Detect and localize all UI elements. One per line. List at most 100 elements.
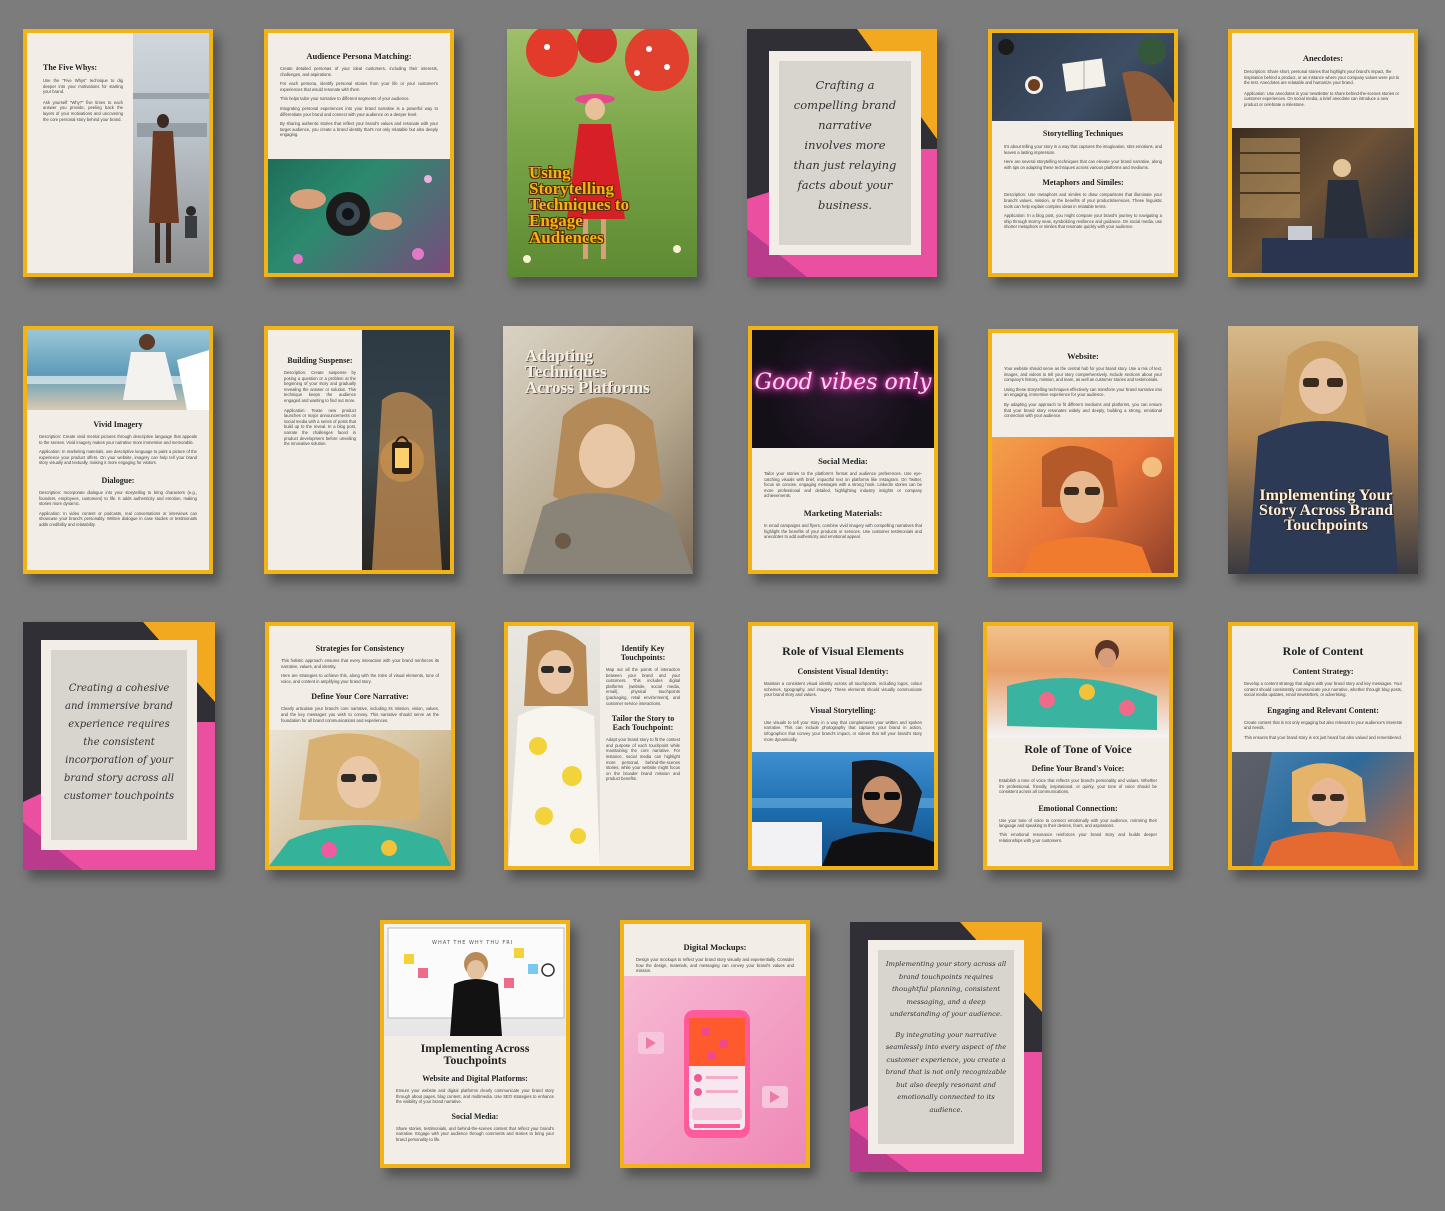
page-social-media[interactable]: Good vibes only Social Media: Tailor you… [748,326,938,574]
techniques-text: Storytelling Techniques It's about telli… [1004,129,1162,230]
vivid-text: Vivid Imagery Description: Create vivid … [39,420,197,528]
paragraph: By adapting your approach to fit differe… [1004,401,1162,419]
paragraph: Tailor your stories to the platform's fo… [764,471,922,499]
whiteboard-text: WHAT THE WHY THU FRI [432,940,514,946]
page-cover-storytelling[interactable]: Using Storytelling Techniques to Engage … [507,29,697,277]
cover-title: Using Storytelling Techniques to Engage … [529,163,629,247]
page-tone-of-voice[interactable]: Role of Tone of Voice Define Your Brand'… [983,622,1173,870]
page-audience-persona[interactable]: Audience Persona Matching: Create detail… [264,29,454,277]
photo-woman-whiteboard: WHAT THE WHY THU FRI [384,924,566,1036]
paragraph: Description: Use metaphors and similes t… [1004,192,1162,209]
section-heading: Consistent Visual Identity: [797,667,889,676]
content-text: Role of Content Content Strategy: Develo… [1244,644,1402,741]
page-key-touchpoints[interactable]: Identify Key Touchpoints: Map out all th… [504,622,694,870]
five-whys-text: The Five Whys: Use the "Five Whys" techn… [43,63,123,122]
paragraph: Maintain a consistent visual identity ac… [764,681,922,698]
page-heading: Role of Content [1282,644,1364,658]
paragraph: Use your tone of voice to connect emotio… [999,817,1157,829]
photo-illustration [133,93,209,263]
photo-reading-book [992,33,1174,121]
photo-illustration [372,392,442,570]
page-implementing-across[interactable]: WHAT THE WHY THU FRI Implementing Across… [380,920,570,1168]
page-heading: Role of Visual Elements [782,644,904,658]
paragraph: Develop a content strategy that aligns w… [1244,681,1402,698]
touchpoints-text: Identify Key Touchpoints: Map out all th… [606,644,680,782]
page-heading: Implementing Across Touchpoints [420,1041,530,1067]
section-heading: Define Your Brand's Voice: [1031,764,1125,773]
page-vivid-imagery[interactable]: Vivid Imagery Description: Create vivid … [23,326,213,574]
page-role-of-content[interactable]: Role of Content Content Strategy: Develo… [1228,622,1418,870]
social-text: Social Media: Tailor your stories to the… [764,456,922,540]
quote-text: Implementing your story across all brand… [885,960,1007,1018]
photo-woman-sea-sunglasses [752,752,934,866]
photo-woman-window [1232,128,1414,273]
paragraph: Application: Tease new product launches … [284,407,356,447]
paragraph: Establish a tone of voice that reflects … [999,778,1157,795]
page-five-whys[interactable]: The Five Whys: Use the "Five Whys" techn… [23,29,213,277]
page-heading: Vivid Imagery [93,420,143,429]
page-quote-cohesive[interactable]: Creating a cohesive and immersive brand … [23,622,215,870]
page-building-suspense[interactable]: Building Suspense: Description: Create s… [264,326,454,574]
page-storytelling-techniques[interactable]: Storytelling Techniques It's about telli… [988,29,1178,277]
page-cover-adapting[interactable]: Adapting Techniques Across Platforms [503,326,693,574]
section-heading: Emotional Connection: [1038,803,1118,813]
photo-woman-lounging [987,626,1169,738]
photo-phone-mockup [624,976,806,1164]
paragraph: Here are strategies to achieve this, alo… [281,673,439,684]
page-heading: Social Media: [818,456,868,466]
photo-woman-yellow-flowers [508,626,600,866]
page-digital-mockups[interactable]: Digital Mockups: Design your mockups to … [620,920,810,1168]
page-strategies-consistency[interactable]: Strategies for Consistency This holistic… [265,622,455,870]
photo-woman-lantern [362,330,450,570]
paragraph: Create content that is not only engaging… [1244,719,1402,731]
tone-text: Role of Tone of Voice Define Your Brand'… [999,742,1157,843]
page-quote-crafting[interactable]: Crafting a compelling brand narrative in… [747,29,937,277]
section-heading: Website and Digital Platforms: [422,1074,528,1083]
photo-illustration [269,733,451,866]
photo-woman-windswept [269,730,451,866]
section-heading: Metaphors and Similes: [1042,178,1124,188]
paragraph: This ensures that your brand story is no… [1244,734,1402,740]
paragraph: Application: In video content or podcast… [39,510,197,527]
visual-text: Role of Visual Elements Consistent Visua… [764,644,922,742]
section-heading: Dialogue: [101,475,135,485]
section-heading: Tailor the Story to Each Touchpoint: [611,714,675,733]
section-heading: Visual Storytelling: [809,705,877,715]
page-heading: Strategies for Consistency [315,644,405,653]
section-heading: Content Strategy: [1292,667,1354,676]
persona-text: Audience Persona Matching: Create detail… [280,51,438,138]
photo-illustration [27,334,209,410]
page-anecdotes[interactable]: Anecdotes: Description: Share short, per… [1228,29,1418,277]
paragraph: Your website should serve as the central… [1004,366,1162,383]
paragraph: This emotional resonance reinforces your… [999,831,1157,843]
paragraph: By sharing authentic stories that reflec… [280,121,438,138]
page-visual-elements[interactable]: Role of Visual Elements Consistent Visua… [748,622,938,870]
photo-illustration [998,37,1174,121]
page-heading: The Five Whys: [43,63,98,72]
paragraph: Adapt your brand story to fit the contex… [606,737,680,782]
page-cover-implementing[interactable]: Implementing Your Story Across Brand Tou… [1228,326,1418,574]
section-heading: Social Media: [451,1111,499,1121]
paragraph: Integrating personal experiences into yo… [280,105,438,117]
photo-illustration [1007,640,1157,730]
page-heading: Digital Mockups: [683,942,747,952]
neon-sign-text: Good vibes only [754,370,932,395]
paragraph: Application: In a blog post, you might c… [1004,213,1162,230]
quote-text: By integrating your narrative seamlessly… [885,1030,1007,1114]
photo-woman-boat [1232,752,1414,866]
quote-text: Creating a cohesive and immersive brand … [63,683,175,802]
page-website[interactable]: Website: Your website should serve as th… [988,329,1178,577]
page-quote-final[interactable]: Implementing your story across all brand… [850,922,1042,1172]
paragraph: Application: Use anecdotes in your newsl… [1244,90,1400,107]
across-text: Implementing Across Touchpoints Website … [396,1042,554,1143]
consistency-text: Strategies for Consistency This holistic… [281,644,439,723]
paragraph: Using these storytelling techniques effe… [1004,386,1162,398]
photo-camera-flowers [268,159,450,273]
quote-text-block: Implementing your story across all brand… [884,958,1008,1116]
page-heading: Anecdotes: [1302,53,1344,63]
paragraph: Clearly articulate your brand's core nar… [281,706,439,723]
photo-illustration [508,629,600,866]
cover-illustration [1248,341,1398,574]
photo-neon-sign: Good vibes only [752,330,934,448]
suspense-text: Building Suspense: Description: Create s… [284,356,356,447]
